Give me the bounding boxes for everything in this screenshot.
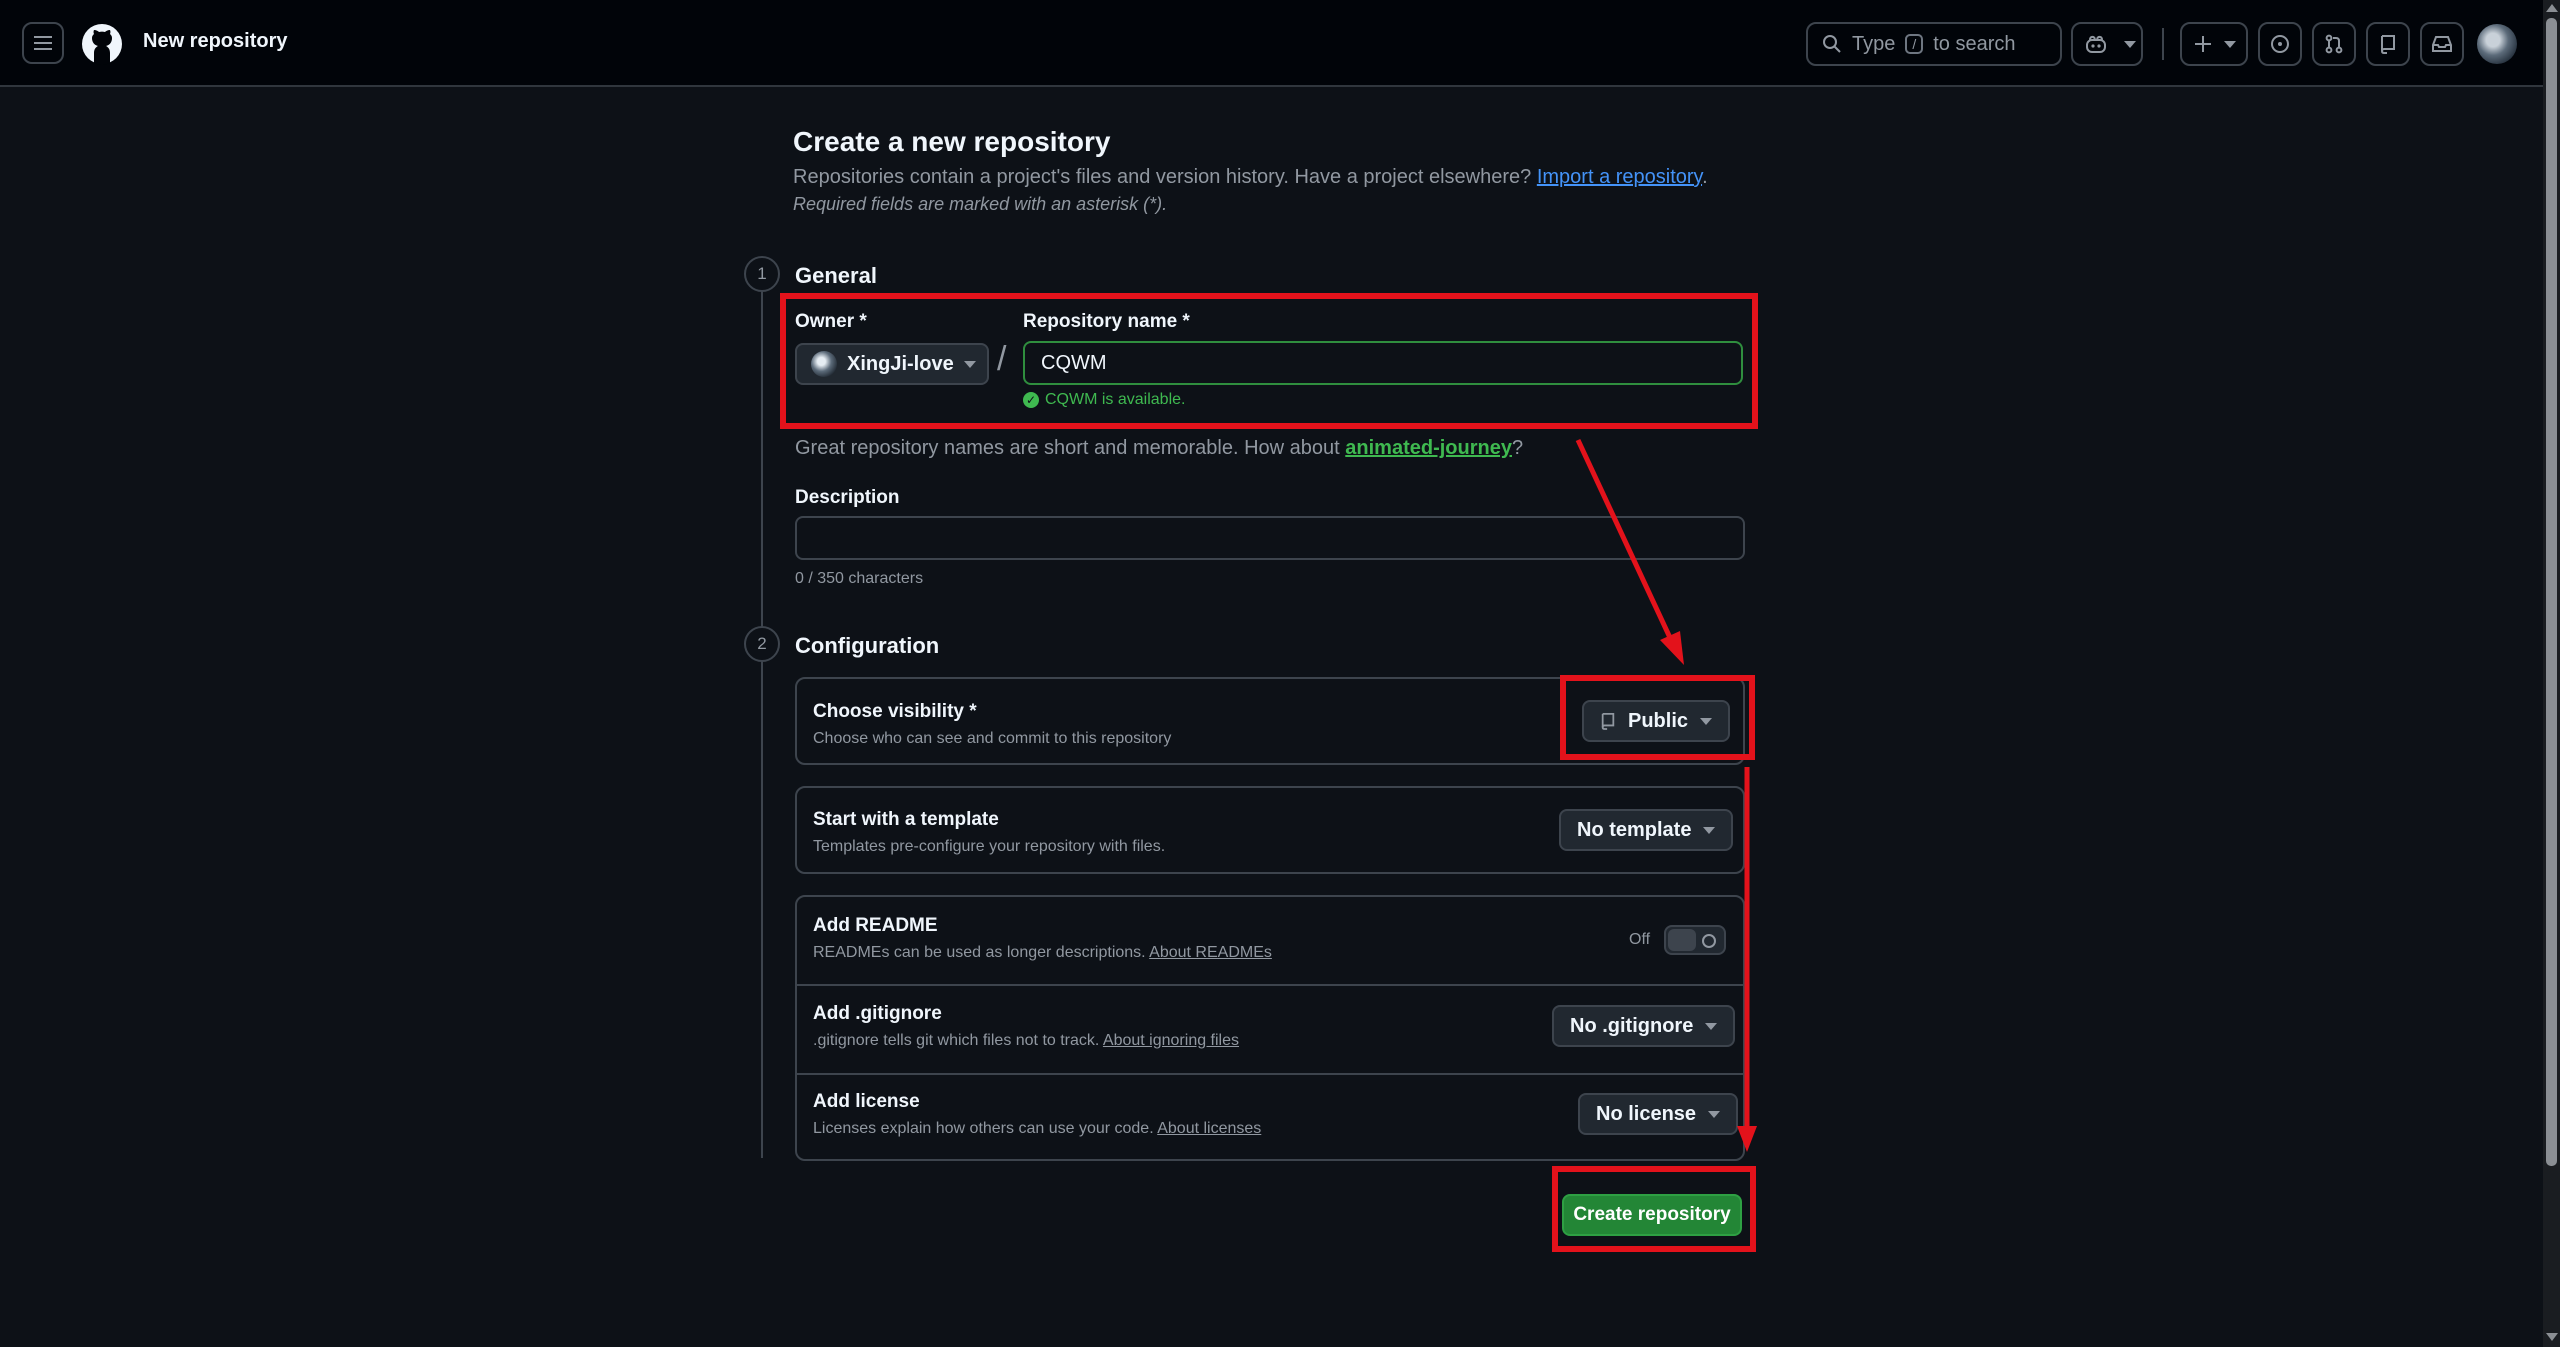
annotation-arrows: [1575, 438, 1757, 1152]
annotation-arrowhead-create: [1737, 1126, 1757, 1152]
annotation-arrowhead-visibility: [1660, 631, 1684, 665]
annotation-arrow-to-visibility: [1575, 438, 1675, 644]
scroll-down-arrow[interactable]: [2546, 1333, 2558, 1341]
scrollbar-thumb[interactable]: [2546, 18, 2557, 1166]
scroll-up-arrow[interactable]: [2546, 4, 2558, 12]
